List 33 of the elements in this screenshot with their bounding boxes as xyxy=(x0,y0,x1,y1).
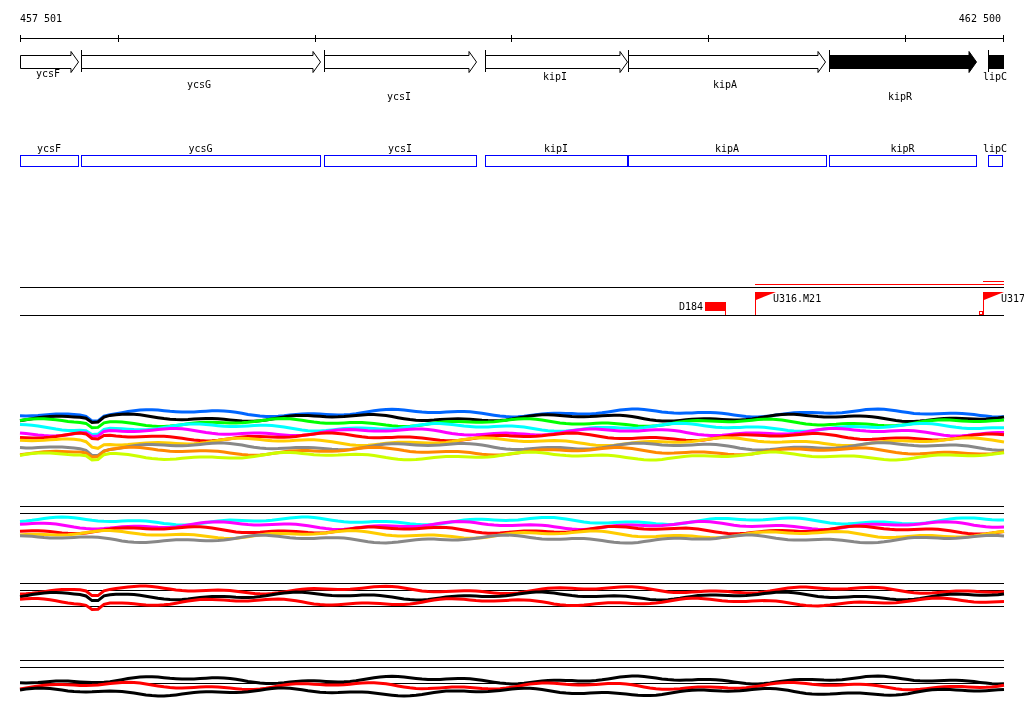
gene-arrow[interactable] xyxy=(829,49,977,73)
gene-box[interactable] xyxy=(829,155,977,167)
gene-label: lipC xyxy=(982,143,1008,154)
coordinate-label: 457 501 xyxy=(20,13,63,24)
gene-arrow[interactable] xyxy=(324,49,477,73)
feature-label: D184 xyxy=(678,301,703,312)
gene-label: kipR xyxy=(890,143,915,154)
gene-label: ycsG xyxy=(186,79,212,90)
gene-label: kipI xyxy=(542,71,568,82)
feature-label: U316.M21 xyxy=(773,293,822,304)
gene-label: lipC xyxy=(982,71,1008,82)
gene-label: kipA xyxy=(712,79,738,90)
gene-label: kipA xyxy=(714,143,740,154)
gene-label: kipR xyxy=(887,91,913,102)
gene-box[interactable] xyxy=(81,155,321,167)
gene-label: ycsI xyxy=(387,143,413,154)
gene-box[interactable] xyxy=(628,155,827,167)
gene-arrow[interactable] xyxy=(485,49,628,73)
gene-box[interactable] xyxy=(20,155,79,167)
gene-box[interactable] xyxy=(324,155,477,167)
coordinate-label: 462 500 xyxy=(958,13,1001,24)
gene-label: kipI xyxy=(543,143,569,154)
gene-arrow[interactable] xyxy=(988,49,1004,73)
gene-label: ycsI xyxy=(386,91,412,102)
gene-label: ycsF xyxy=(36,143,62,154)
gene-label: ycsF xyxy=(35,68,61,79)
gene-arrow[interactable] xyxy=(628,49,826,73)
gene-arrow[interactable] xyxy=(81,49,321,73)
feature-label: U317 xyxy=(1001,293,1024,304)
gene-box[interactable] xyxy=(988,155,1003,167)
gene-box[interactable] xyxy=(485,155,628,167)
gene-label: ycsG xyxy=(188,143,213,154)
feature-marker[interactable] xyxy=(705,301,726,316)
